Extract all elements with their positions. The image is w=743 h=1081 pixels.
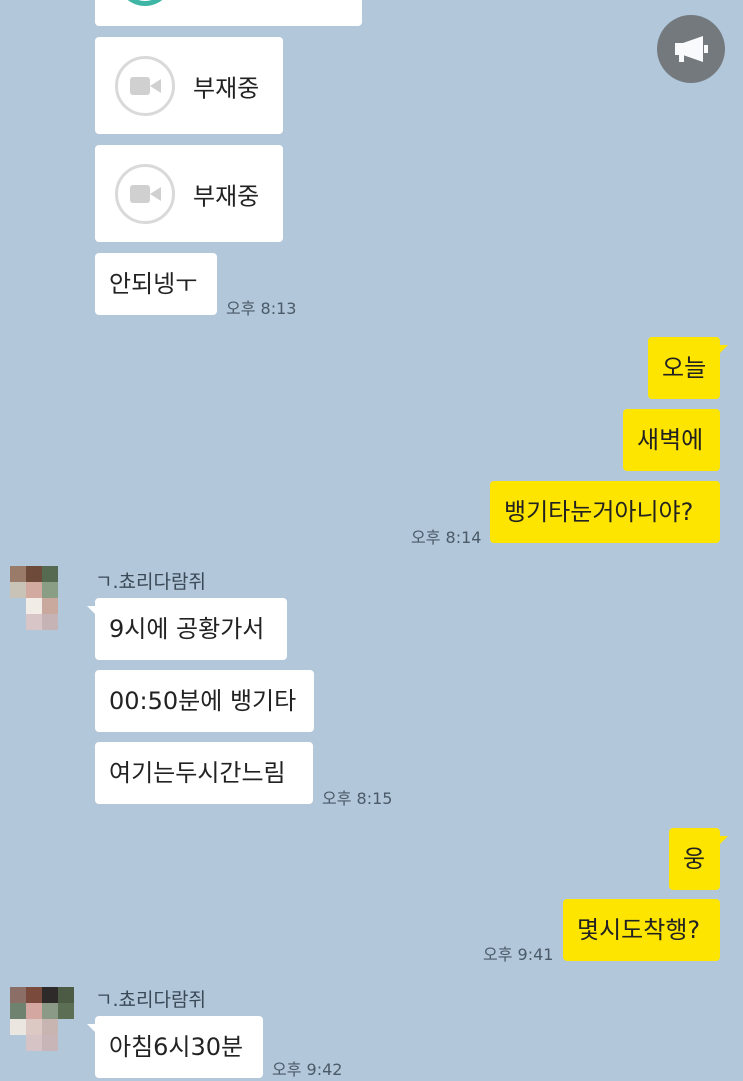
video-call-icon xyxy=(115,163,175,224)
message-time: 오후 8:14 xyxy=(411,528,482,547)
message-bubble-incoming[interactable]: 아침6시30분 xyxy=(87,1016,263,1078)
message-text: 새벽에 xyxy=(637,426,704,454)
message-text: 오늘 xyxy=(662,354,707,382)
message-text: 9시에 공황가서 xyxy=(109,615,265,643)
message-bubble-incoming[interactable]: 여기는두시간느림 xyxy=(95,742,313,804)
message-text: 뱅기타눈거아니야? xyxy=(504,498,694,526)
call-status-label: 부재중 xyxy=(193,74,260,102)
message-time: 오후 8:15 xyxy=(322,789,393,808)
video-call-icon xyxy=(115,55,175,116)
notice-button[interactable] xyxy=(657,15,725,83)
message-time: 오후 9:42 xyxy=(272,1060,343,1079)
missed-call-card[interactable]: 부재중 xyxy=(95,145,283,242)
message-bubble-outgoing[interactable]: 뱅기타눈거아니야? xyxy=(490,481,720,543)
call-card-partial[interactable] xyxy=(95,0,362,26)
message-time: 오후 9:41 xyxy=(483,945,554,964)
sender-name: ㄱ.쵸리다람쥐 xyxy=(95,571,206,593)
message-bubble-incoming[interactable]: 9시에 공황가서 xyxy=(87,598,287,660)
message-text: 00:50분에 뱅기타 xyxy=(109,687,297,715)
sender-name: ㄱ.쵸리다람쥐 xyxy=(95,989,206,1011)
message-text: 몇시도착행? xyxy=(577,916,701,944)
message-bubble-outgoing[interactable]: 오늘 xyxy=(648,337,728,399)
message-bubble-incoming[interactable]: 안되넹ㅜ xyxy=(95,253,217,315)
message-text: 아침6시30분 xyxy=(109,1033,244,1061)
message-time: 오후 8:13 xyxy=(226,299,297,318)
message-text: 안되넹ㅜ xyxy=(109,270,198,298)
message-text: 여기는두시간느림 xyxy=(109,759,286,787)
message-bubble-outgoing[interactable]: 몇시도착행? xyxy=(563,899,720,961)
message-bubble-incoming[interactable]: 00:50분에 뱅기타 xyxy=(95,670,314,732)
missed-call-card[interactable]: 부재중 xyxy=(95,37,283,134)
message-text: 웅 xyxy=(683,845,706,873)
message-bubble-outgoing[interactable]: 새벽에 xyxy=(623,409,720,471)
megaphone-icon xyxy=(675,36,708,62)
message-bubble-outgoing[interactable]: 웅 xyxy=(669,828,728,890)
call-status-label: 부재중 xyxy=(193,182,260,210)
call-icon-partial xyxy=(117,0,173,6)
avatar[interactable] xyxy=(10,566,74,630)
avatar[interactable] xyxy=(10,987,74,1051)
